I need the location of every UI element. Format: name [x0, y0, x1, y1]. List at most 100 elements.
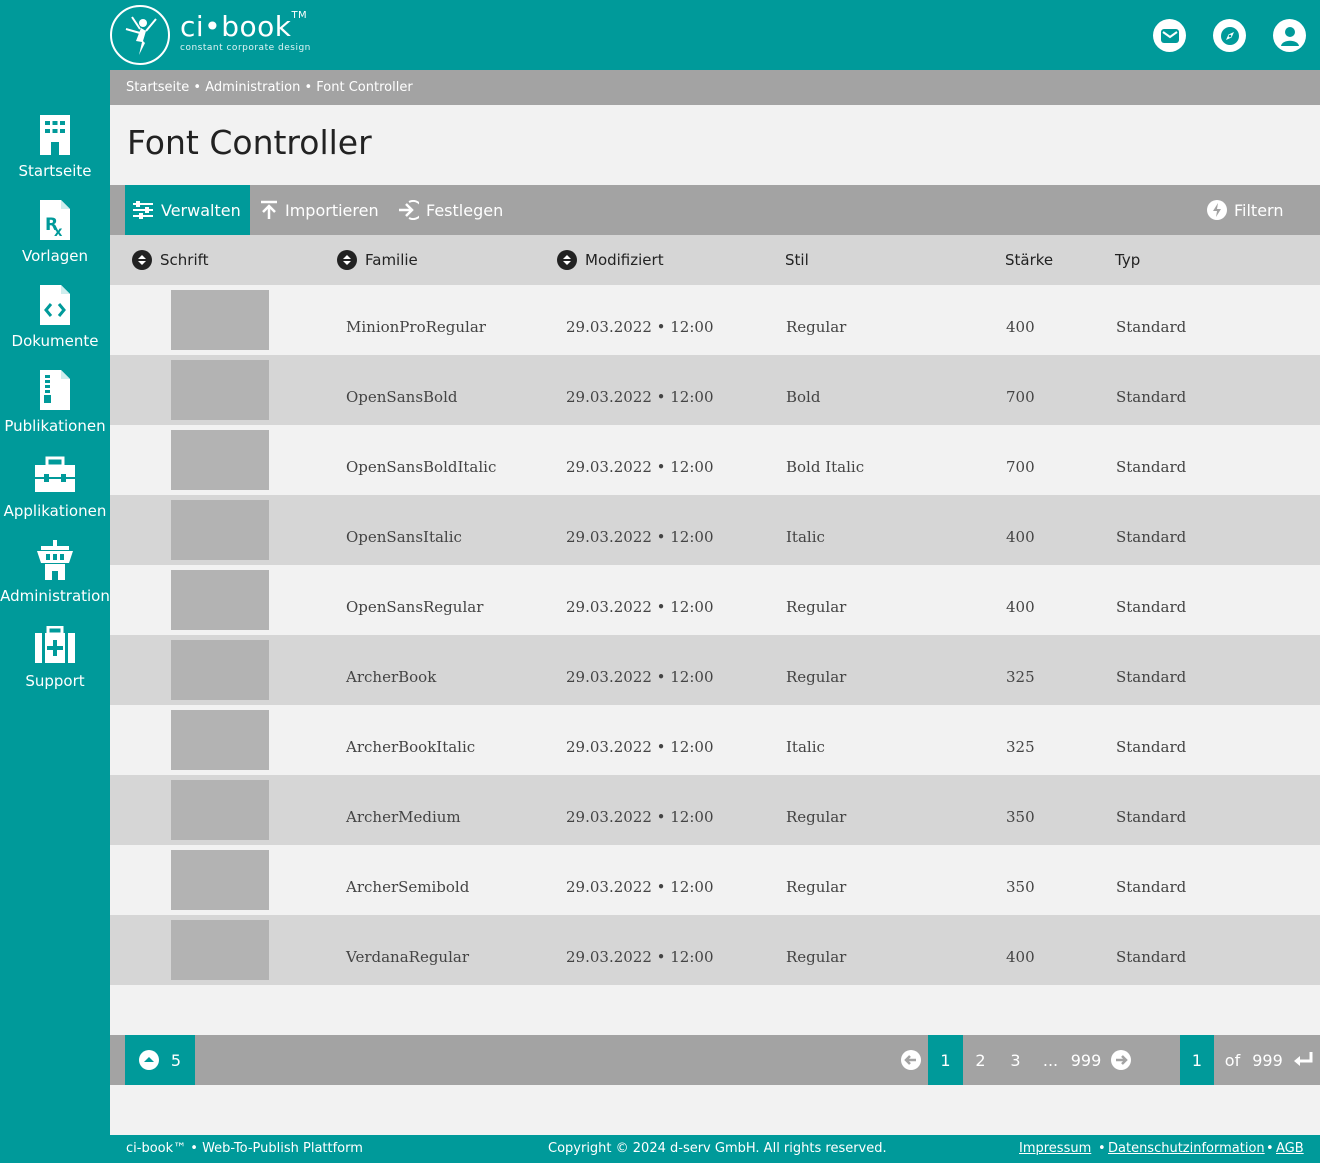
- template-rx-icon: Rx: [39, 197, 71, 243]
- goto-page-button[interactable]: [1290, 1035, 1315, 1085]
- table-row[interactable]: OpenSansBoldItalic 29.03.2022 • 12:00 Bo…: [110, 425, 1320, 495]
- cell-type: Standard: [1116, 458, 1187, 476]
- cell-style: Regular: [786, 948, 847, 966]
- cell-type: Standard: [1116, 528, 1187, 546]
- user-button[interactable]: [1273, 19, 1306, 52]
- page-size-selector[interactable]: 5: [125, 1035, 195, 1085]
- cell-modified: 29.03.2022 • 12:00: [566, 528, 714, 546]
- sort-icon[interactable]: [337, 250, 357, 270]
- footer-link-datenschutz[interactable]: Datenschutzinformation: [1108, 1141, 1265, 1156]
- cell-weight: 700: [1006, 388, 1035, 406]
- table-header: Schrift Familie Modifiziert Stil Stärke …: [110, 235, 1320, 285]
- sort-icon[interactable]: [132, 250, 152, 270]
- font-preview-thumbnail: [171, 430, 269, 490]
- cell-modified: 29.03.2022 • 12:00: [566, 458, 714, 476]
- next-page-button[interactable]: [1108, 1035, 1133, 1085]
- column-header-staerke: Stärke: [1005, 235, 1053, 285]
- cell-family: OpenSansItalic: [346, 528, 462, 546]
- table-row[interactable]: OpenSansRegular 29.03.2022 • 12:00 Regul…: [110, 565, 1320, 635]
- sidebar-item-vorlagen[interactable]: Rx Vorlagen: [0, 197, 110, 282]
- sidebar-item-label: Applikationen: [3, 502, 107, 520]
- font-preview-thumbnail: [171, 710, 269, 770]
- arrow-right-icon: [1110, 1050, 1131, 1070]
- compass-icon: [1220, 26, 1239, 45]
- cell-type: Standard: [1116, 878, 1187, 896]
- goto-page-input[interactable]: 1: [1180, 1035, 1214, 1085]
- brand-tagline: constant corporate design: [180, 43, 311, 53]
- sidebar-item-publikationen[interactable]: Publikationen: [0, 367, 110, 452]
- page-link-current[interactable]: 1: [928, 1035, 963, 1085]
- column-header-schrift[interactable]: Schrift: [132, 235, 209, 285]
- cell-family: OpenSansBold: [346, 388, 458, 406]
- building-icon: [39, 112, 71, 158]
- sidebar-item-label: Support: [25, 672, 85, 690]
- font-preview-thumbnail: [171, 570, 269, 630]
- breadcrumb-current: Font Controller: [316, 80, 413, 95]
- code-file-icon: [39, 282, 71, 328]
- cell-family: VerdanaRegular: [346, 948, 469, 966]
- page-link[interactable]: 3: [1003, 1035, 1028, 1085]
- sidebar-item-label: Administration: [0, 587, 110, 605]
- column-header-typ: Typ: [1115, 235, 1140, 285]
- cell-family: ArcherMedium: [346, 808, 461, 826]
- column-header-familie[interactable]: Familie: [337, 235, 418, 285]
- cell-type: Standard: [1116, 598, 1187, 616]
- table-row[interactable]: ArcherSemibold 29.03.2022 • 12:00 Regula…: [110, 845, 1320, 915]
- breadcrumb-startseite[interactable]: Startseite: [126, 80, 189, 95]
- cell-style: Bold: [786, 388, 821, 406]
- filter-button[interactable]: Filtern: [1207, 185, 1283, 235]
- font-preview-thumbnail: [171, 290, 269, 350]
- sidebar-item-applikationen[interactable]: Applikationen: [0, 452, 110, 537]
- column-header-modifiziert[interactable]: Modifiziert: [557, 235, 664, 285]
- breadcrumb: Startseite • Administration • Font Contr…: [110, 70, 1320, 105]
- table-row[interactable]: OpenSansBold 29.03.2022 • 12:00 Bold 700…: [110, 355, 1320, 425]
- cell-weight: 400: [1006, 948, 1035, 966]
- cell-family: MinionProRegular: [346, 318, 486, 336]
- upload-arrow-icon: [261, 200, 277, 219]
- table-row[interactable]: OpenSansItalic 29.03.2022 • 12:00 Italic…: [110, 495, 1320, 565]
- breadcrumb-administration[interactable]: Administration: [205, 80, 300, 95]
- cell-modified: 29.03.2022 • 12:00: [566, 878, 714, 896]
- sidebar-item-dokumente[interactable]: Dokumente: [0, 282, 110, 367]
- font-preview-thumbnail: [171, 920, 269, 980]
- footer-separator: •: [1098, 1141, 1106, 1156]
- column-label: Stil: [785, 251, 809, 269]
- cell-family: ArcherBookItalic: [346, 738, 476, 756]
- table-row[interactable]: ArcherMedium 29.03.2022 • 12:00 Regular …: [110, 775, 1320, 845]
- table-row[interactable]: ArcherBook 29.03.2022 • 12:00 Regular 32…: [110, 635, 1320, 705]
- pagination-bar: 5 1 2 3 ... 999 1 of 999: [110, 1035, 1320, 1085]
- import-button[interactable]: Importieren: [260, 185, 379, 235]
- page-link[interactable]: 2: [968, 1035, 993, 1085]
- define-button[interactable]: Festlegen: [397, 185, 503, 235]
- cell-type: Standard: [1116, 948, 1187, 966]
- cell-family: ArcherSemibold: [346, 878, 470, 896]
- breadcrumb-separator: •: [304, 80, 313, 95]
- cell-style: Regular: [786, 598, 847, 616]
- table-row[interactable]: ArcherBookItalic 29.03.2022 • 12:00 Ital…: [110, 705, 1320, 775]
- font-table: MinionProRegular 29.03.2022 • 12:00 Regu…: [110, 285, 1320, 985]
- page-link-last[interactable]: 999: [1068, 1035, 1104, 1085]
- column-header-stil: Stil: [785, 235, 809, 285]
- table-row[interactable]: MinionProRegular 29.03.2022 • 12:00 Regu…: [110, 285, 1320, 355]
- sidebar-item-support[interactable]: Support: [0, 622, 110, 707]
- compass-button[interactable]: [1213, 19, 1246, 52]
- brand-logo-icon[interactable]: [110, 5, 170, 65]
- cell-type: Standard: [1116, 668, 1187, 686]
- tab-verwalten[interactable]: Verwalten: [125, 185, 250, 235]
- sidebar-item-administration[interactable]: Administration: [0, 537, 110, 622]
- footer-link-agb[interactable]: AGB: [1276, 1141, 1304, 1156]
- sort-icon[interactable]: [557, 250, 577, 270]
- page-ellipsis: ...: [1042, 1050, 1059, 1070]
- page-size-value: 5: [170, 1050, 182, 1070]
- cell-type: Standard: [1116, 738, 1187, 756]
- total-pages: 999: [1252, 1050, 1283, 1070]
- chevron-up-icon: [138, 1050, 159, 1070]
- cell-style: Regular: [786, 878, 847, 896]
- enter-return-icon: [1293, 1052, 1312, 1066]
- sidebar-item-label: Publikationen: [4, 417, 106, 435]
- table-row[interactable]: VerdanaRegular 29.03.2022 • 12:00 Regula…: [110, 915, 1320, 985]
- mail-button[interactable]: [1153, 19, 1186, 52]
- footer-link-impressum[interactable]: Impressum: [1019, 1141, 1091, 1156]
- prev-page-button[interactable]: [898, 1035, 923, 1085]
- sidebar-item-startseite[interactable]: Startseite: [0, 112, 110, 197]
